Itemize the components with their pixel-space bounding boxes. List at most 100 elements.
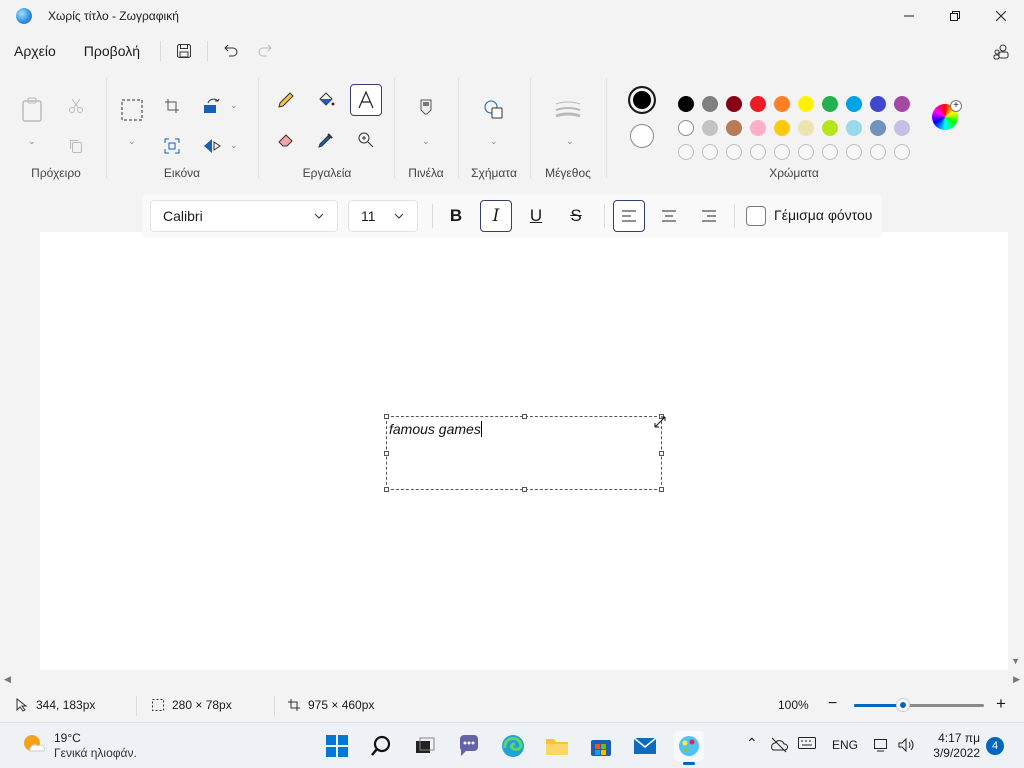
start-button[interactable]	[322, 731, 352, 761]
brushes-chevron-icon[interactable]: ⌄	[422, 136, 430, 147]
undo-button[interactable]	[214, 36, 248, 66]
color-swatch[interactable]	[774, 120, 790, 136]
pencil-button[interactable]	[270, 84, 302, 116]
color-swatch[interactable]	[702, 96, 718, 112]
color-swatch[interactable]	[726, 120, 742, 136]
fill-background-checkbox[interactable]	[746, 206, 766, 226]
font-size-dropdown[interactable]: 11	[348, 200, 418, 232]
resize-handle[interactable]	[659, 487, 664, 492]
file-explorer-button[interactable]	[542, 731, 572, 761]
close-button[interactable]	[978, 0, 1024, 32]
minimize-button[interactable]	[886, 0, 932, 32]
edge-button[interactable]	[498, 731, 528, 761]
color-swatch[interactable]	[822, 96, 838, 112]
color-swatch[interactable]	[798, 96, 814, 112]
paint-taskbar-button[interactable]	[674, 731, 704, 765]
color-swatch[interactable]	[894, 120, 910, 136]
bold-button[interactable]: B	[440, 200, 472, 232]
text-tool-button[interactable]	[350, 84, 382, 116]
select-chevron-icon[interactable]: ⌄	[128, 136, 136, 147]
zoom-level[interactable]: 100%	[778, 698, 809, 712]
zoom-slider[interactable]	[854, 698, 984, 712]
brushes-button[interactable]	[410, 94, 442, 126]
eraser-button[interactable]	[270, 124, 302, 156]
show-hidden-icons-button[interactable]: ⌃	[746, 735, 758, 752]
primary-color-swatch[interactable]	[628, 86, 656, 114]
keyboard-icon[interactable]	[798, 737, 816, 751]
share-button[interactable]	[990, 41, 1012, 63]
empty-color-swatch[interactable]	[774, 144, 790, 160]
color-swatch[interactable]	[750, 120, 766, 136]
shapes-button[interactable]	[478, 94, 510, 126]
empty-color-swatch[interactable]	[678, 144, 694, 160]
input-language[interactable]: ENG	[832, 738, 858, 752]
clock[interactable]: 4:17 πμ 3/9/2022	[933, 731, 980, 761]
empty-color-swatch[interactable]	[726, 144, 742, 160]
resize-handle[interactable]	[384, 414, 389, 419]
image-properties-button[interactable]	[156, 130, 188, 162]
redo-button[interactable]	[248, 36, 282, 66]
color-swatch[interactable]	[774, 96, 790, 112]
secondary-color-swatch[interactable]	[630, 124, 654, 148]
task-view-button[interactable]	[410, 731, 440, 761]
select-button[interactable]	[116, 94, 148, 126]
scroll-right-icon[interactable]: ▶	[1013, 674, 1020, 685]
menu-file[interactable]: Αρχείο	[0, 43, 70, 59]
network-icon[interactable]	[874, 737, 890, 753]
color-swatch[interactable]	[726, 96, 742, 112]
resize-handle[interactable]	[659, 451, 664, 456]
color-swatch[interactable]	[870, 120, 886, 136]
empty-color-swatch[interactable]	[702, 144, 718, 160]
color-swatch[interactable]	[870, 96, 886, 112]
color-picker-button[interactable]	[310, 124, 342, 156]
color-swatch[interactable]	[894, 96, 910, 112]
volume-icon[interactable]	[898, 737, 916, 753]
resize-handle[interactable]	[522, 487, 527, 492]
menu-view[interactable]: Προβολή	[70, 43, 154, 59]
text-box[interactable]: famous games	[384, 414, 666, 492]
paste-button[interactable]	[16, 94, 48, 126]
flip-button[interactable]	[196, 130, 228, 162]
flip-chevron-icon[interactable]: ⌄	[230, 140, 238, 151]
empty-color-swatch[interactable]	[846, 144, 862, 160]
copy-button[interactable]	[60, 130, 92, 162]
color-swatch[interactable]	[678, 96, 694, 112]
magnifier-button[interactable]	[350, 124, 382, 156]
font-family-dropdown[interactable]: Calibri	[150, 200, 338, 232]
shapes-chevron-icon[interactable]: ⌄	[490, 136, 498, 147]
empty-color-swatch[interactable]	[894, 144, 910, 160]
drawing-canvas[interactable]: famous games	[40, 232, 1008, 670]
color-swatch[interactable]	[846, 96, 862, 112]
empty-color-swatch[interactable]	[750, 144, 766, 160]
scroll-down-icon[interactable]: ▼	[1011, 656, 1020, 666]
zoom-in-button[interactable]: +	[996, 694, 1006, 714]
onedrive-offline-icon[interactable]	[770, 737, 788, 753]
resize-handle[interactable]	[522, 414, 527, 419]
underline-button[interactable]: U	[520, 200, 552, 232]
resize-handle[interactable]	[384, 451, 389, 456]
store-button[interactable]	[586, 731, 616, 761]
color-swatch[interactable]	[750, 96, 766, 112]
edit-colors-button[interactable]: +	[932, 100, 962, 130]
zoom-out-button[interactable]: −	[828, 695, 837, 713]
search-button[interactable]	[366, 731, 396, 761]
cut-button[interactable]	[60, 90, 92, 122]
paste-chevron-icon[interactable]: ⌄	[28, 136, 36, 147]
italic-button[interactable]: I	[480, 200, 512, 232]
color-swatch[interactable]	[822, 120, 838, 136]
resize-handle[interactable]	[384, 487, 389, 492]
empty-color-swatch[interactable]	[870, 144, 886, 160]
empty-color-swatch[interactable]	[798, 144, 814, 160]
align-right-button[interactable]	[693, 200, 725, 232]
rotate-button[interactable]	[196, 90, 228, 122]
empty-color-swatch[interactable]	[822, 144, 838, 160]
mail-button[interactable]	[630, 731, 660, 761]
align-center-button[interactable]	[653, 200, 685, 232]
crop-button[interactable]	[156, 90, 188, 122]
text-box-content[interactable]: famous games	[389, 421, 482, 437]
align-left-button[interactable]	[613, 200, 645, 232]
strikethrough-button[interactable]: S	[560, 200, 592, 232]
color-swatch[interactable]	[678, 120, 694, 136]
zoom-slider-thumb[interactable]	[896, 698, 911, 712]
fill-button[interactable]	[310, 84, 342, 116]
